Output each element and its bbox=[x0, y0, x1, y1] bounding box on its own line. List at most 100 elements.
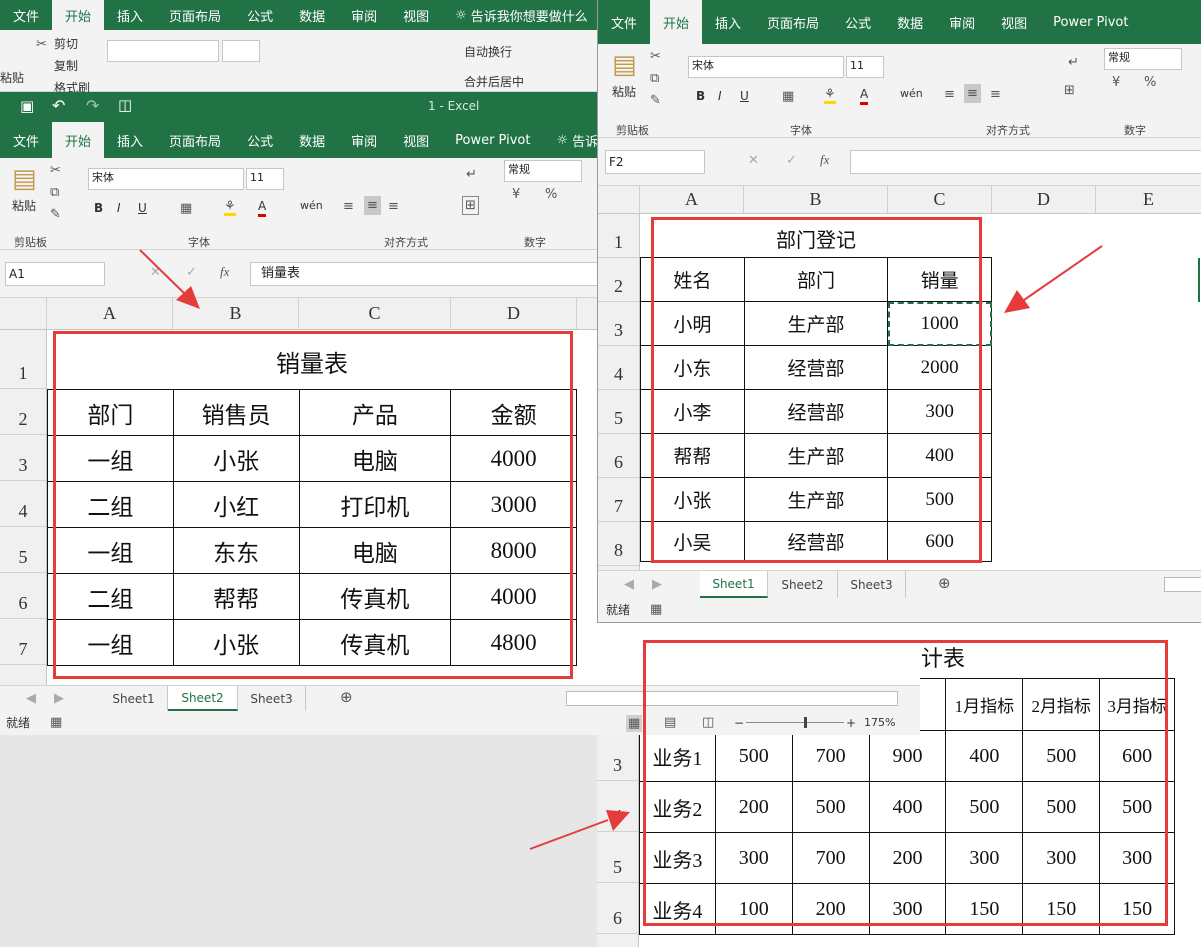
select-all-corner[interactable] bbox=[0, 298, 47, 329]
font-size-select[interactable]: 11 bbox=[246, 168, 284, 190]
cut-icon[interactable]: ✂ bbox=[50, 164, 61, 177]
header-department[interactable]: 部门 bbox=[743, 257, 889, 302]
font-name-select-2[interactable]: 宋体 bbox=[688, 56, 844, 78]
bg-tab-insert[interactable]: 插入 bbox=[104, 0, 156, 30]
row-header-6-2[interactable]: 6 bbox=[598, 434, 639, 478]
sales-cell[interactable]: 4800 bbox=[450, 619, 577, 666]
plan-cell[interactable]: 150 bbox=[1099, 883, 1175, 935]
bold-button-2[interactable]: B bbox=[696, 88, 705, 104]
tab-page-layout-2[interactable]: 页面布局 bbox=[754, 0, 832, 44]
plan-cell[interactable]: 200 bbox=[791, 883, 870, 935]
page-break-view-icon[interactable]: ◫ bbox=[702, 716, 714, 729]
page-layout-view-icon[interactable]: ▤ bbox=[664, 716, 676, 729]
row-header-4-2[interactable]: 4 bbox=[598, 346, 639, 390]
align-right-icon[interactable]: ≡ bbox=[990, 88, 1001, 101]
bg-font-box[interactable] bbox=[107, 40, 219, 62]
col-header-e-2[interactable]: E bbox=[1096, 186, 1201, 213]
col-header-a-2[interactable]: A bbox=[640, 186, 744, 213]
tab-file[interactable]: 文件 bbox=[0, 122, 52, 158]
plan-cell[interactable]: 400 bbox=[868, 781, 947, 833]
fill-color-icon[interactable]: ⚘ bbox=[224, 200, 236, 216]
currency-icon[interactable]: ¥ bbox=[1112, 76, 1120, 89]
tab-formulas-2[interactable]: 公式 bbox=[832, 0, 884, 44]
cut-icon[interactable]: ✂ bbox=[650, 50, 661, 63]
plan-cell[interactable]: 业务1 bbox=[639, 730, 716, 782]
zoom-slider-thumb[interactable] bbox=[804, 717, 807, 728]
row-header-3[interactable]: 3 bbox=[597, 730, 638, 781]
align-left-icon[interactable]: ≡ bbox=[343, 200, 354, 213]
tab-file-2[interactable]: 文件 bbox=[598, 0, 650, 44]
wrap-icon[interactable]: ↵ bbox=[1068, 56, 1079, 69]
header-product[interactable]: 产品 bbox=[298, 389, 452, 436]
sheet-tab-2-2[interactable]: Sheet2 bbox=[768, 571, 838, 598]
col-header-c[interactable]: C bbox=[299, 298, 451, 329]
insert-function-icon[interactable]: fx bbox=[820, 153, 829, 166]
tab-review[interactable]: 审阅 bbox=[338, 122, 390, 158]
tab-insert[interactable]: 插入 bbox=[104, 122, 156, 158]
copy-button[interactable]: 复制 bbox=[54, 58, 78, 74]
row-header-1-2[interactable]: 1 bbox=[598, 214, 639, 258]
insert-function-icon[interactable]: fx bbox=[220, 265, 229, 278]
sheet-tab-2[interactable]: Sheet2 bbox=[168, 686, 238, 711]
tab-power-pivot[interactable]: Power Pivot bbox=[442, 122, 543, 158]
col-header-d[interactable]: D bbox=[451, 298, 577, 329]
dept-cell[interactable]: 300 bbox=[887, 389, 992, 434]
sales-cell[interactable]: 帮帮 bbox=[172, 573, 300, 620]
plan-cell[interactable]: 700 bbox=[791, 832, 870, 884]
sales-table-title[interactable]: 销量表 bbox=[47, 344, 577, 379]
sales-cell[interactable]: 二组 bbox=[47, 481, 174, 528]
bg-tell-me[interactable]: ☼ 告诉我你想要做什么 bbox=[442, 0, 601, 30]
tab-home-2[interactable]: 开始 bbox=[650, 0, 703, 44]
dept-cell-selected[interactable]: 1000 bbox=[887, 301, 992, 346]
row-header-7[interactable]: 7 bbox=[0, 619, 46, 665]
cut-button[interactable]: 剪切 bbox=[54, 36, 78, 52]
col-header-c-2[interactable]: C bbox=[888, 186, 992, 213]
normal-view-icon[interactable]: ▦ bbox=[626, 715, 643, 732]
plan-cell[interactable]: 700 bbox=[791, 730, 870, 782]
plan-cell[interactable]: 600 bbox=[1099, 730, 1175, 782]
row-header-1[interactable]: 1 bbox=[0, 330, 46, 389]
plan-cell[interactable]: 500 bbox=[1022, 730, 1101, 782]
tab-page-layout[interactable]: 页面布局 bbox=[156, 122, 234, 158]
cancel-icon[interactable]: ✕ bbox=[748, 154, 759, 167]
scroll-right-icon[interactable]: ▶ bbox=[652, 578, 662, 591]
cancel-icon[interactable]: ✕ bbox=[150, 266, 161, 279]
dept-cell[interactable]: 600 bbox=[887, 521, 992, 562]
border-icon[interactable]: ▦ bbox=[180, 202, 192, 215]
tab-insert-2[interactable]: 插入 bbox=[702, 0, 754, 44]
dept-cell[interactable]: 经营部 bbox=[743, 389, 889, 434]
sales-cell[interactable]: 电脑 bbox=[298, 527, 452, 574]
paste-button[interactable]: 粘贴 bbox=[12, 198, 36, 214]
plan-cell[interactable]: 150 bbox=[945, 883, 1024, 935]
header-dept[interactable]: 部门 bbox=[47, 389, 174, 436]
tab-view-2[interactable]: 视图 bbox=[988, 0, 1040, 44]
copy-icon[interactable]: ⧉ bbox=[50, 186, 59, 199]
dept-cell[interactable]: 生产部 bbox=[743, 301, 889, 346]
format-painter-icon[interactable]: ✎ bbox=[50, 208, 61, 221]
currency-icon[interactable]: ¥ bbox=[512, 188, 520, 201]
bg-tab-data[interactable]: 数据 bbox=[286, 0, 338, 30]
dept-cell[interactable]: 帮帮 bbox=[640, 433, 745, 478]
horizontal-scrollbar[interactable] bbox=[566, 691, 898, 706]
name-box[interactable]: A1 bbox=[5, 262, 105, 286]
add-sheet-icon[interactable]: ⊕ bbox=[938, 576, 951, 591]
sales-cell[interactable]: 小红 bbox=[172, 481, 300, 528]
tab-data[interactable]: 数据 bbox=[286, 122, 338, 158]
sales-cell[interactable]: 4000 bbox=[450, 435, 577, 482]
align-center-icon[interactable]: ≡ bbox=[964, 84, 981, 103]
bg-tab-layout[interactable]: 页面布局 bbox=[156, 0, 234, 30]
font-color-button[interactable]: A bbox=[258, 198, 267, 217]
percent-icon[interactable]: % bbox=[1144, 76, 1156, 89]
tab-data-2[interactable]: 数据 bbox=[884, 0, 936, 44]
row-header-6[interactable]: 6 bbox=[0, 573, 46, 619]
row-header-3-2[interactable]: 3 bbox=[598, 302, 639, 346]
copy-icon[interactable]: ⧉ bbox=[650, 72, 659, 85]
border-icon[interactable]: ▦ bbox=[782, 90, 794, 103]
dept-cell[interactable]: 小吴 bbox=[640, 521, 745, 562]
formula-input-2[interactable] bbox=[850, 150, 1201, 174]
align-center-icon[interactable]: ≡ bbox=[364, 196, 381, 215]
sales-cell[interactable]: 一组 bbox=[47, 435, 174, 482]
italic-button-2[interactable]: I bbox=[718, 88, 722, 104]
scroll-left-icon[interactable]: ◀ bbox=[624, 578, 634, 591]
col-header-b[interactable]: B bbox=[173, 298, 299, 329]
